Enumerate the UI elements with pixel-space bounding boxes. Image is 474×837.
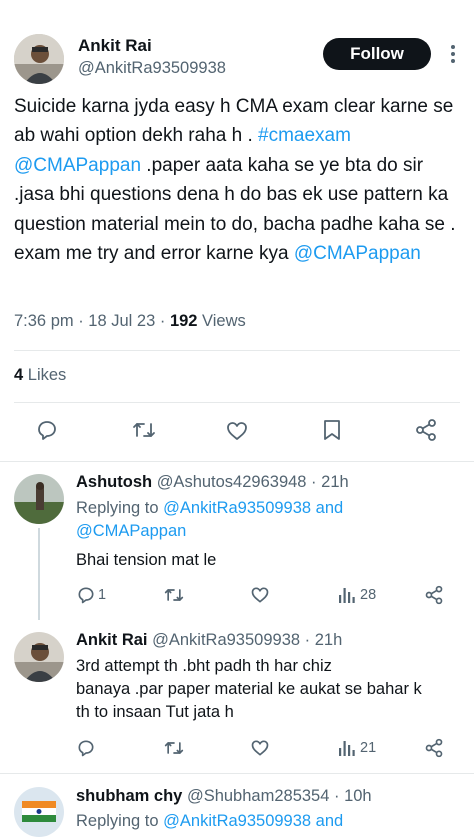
replying-to-handle[interactable]: @CMAPappan bbox=[76, 522, 186, 540]
like-icon[interactable] bbox=[250, 738, 270, 758]
tweet-link[interactable]: @CMAPappan bbox=[14, 155, 141, 176]
reply-author-handle[interactable]: @Shubham285354 bbox=[187, 787, 329, 805]
views-icon[interactable] bbox=[338, 586, 356, 604]
replying-to-3: Replying to @AnkitRa93509938 and bbox=[76, 810, 466, 833]
reply-text-2: 3rd attempt th .bht padh th har chiz ban… bbox=[76, 655, 468, 724]
reply-text-line: 3rd attempt th .bht padh th har chiz bbox=[76, 657, 332, 675]
tweet-time[interactable]: 7:36 pm bbox=[14, 312, 74, 330]
likes-label: Likes bbox=[23, 366, 67, 384]
divider bbox=[14, 402, 460, 403]
tweet-meta: 7:36 pm · 18 Jul 23 · 192 Views bbox=[14, 312, 246, 331]
reply-count: 1 bbox=[98, 587, 107, 603]
reply-header-2: Ankit Rai @AnkitRa93509938 · 21h bbox=[76, 631, 342, 650]
reply-header-1: Ashutosh @Ashutos42963948 · 21h bbox=[76, 473, 349, 492]
thread-line bbox=[38, 528, 40, 620]
share-icon[interactable] bbox=[424, 585, 444, 605]
reply-time[interactable]: 21h bbox=[315, 631, 343, 649]
reply-dot: · bbox=[300, 631, 315, 649]
views-icon[interactable] bbox=[338, 739, 356, 757]
reply-dot: · bbox=[306, 473, 322, 491]
reply-dot: · bbox=[329, 787, 345, 805]
more-options-icon[interactable] bbox=[441, 42, 465, 66]
replying-to-handle[interactable]: @AnkitRa93509938 bbox=[163, 499, 311, 517]
replying-and[interactable]: and bbox=[311, 499, 344, 517]
divider bbox=[14, 350, 460, 351]
reply-author-handle[interactable]: @Ashutos42963948 bbox=[157, 473, 307, 491]
views-count: 28 bbox=[360, 587, 377, 603]
reply-author-handle[interactable]: @AnkitRa93509938 bbox=[152, 631, 300, 649]
share-icon[interactable] bbox=[424, 738, 444, 758]
reply-avatar-2[interactable] bbox=[14, 632, 64, 682]
likes-count: 4 bbox=[14, 366, 24, 384]
share-icon[interactable] bbox=[414, 418, 438, 442]
retweet-icon[interactable] bbox=[131, 418, 157, 442]
replying-to-1: Replying to @AnkitRa93509938 and @CMAPap… bbox=[76, 497, 456, 543]
author-name[interactable]: Ankit Rai bbox=[78, 36, 152, 56]
section-divider bbox=[0, 773, 474, 774]
replying-and[interactable]: and bbox=[311, 812, 344, 830]
bookmark-icon[interactable] bbox=[321, 418, 343, 442]
replying-to-handle[interactable]: @AnkitRa93509938 bbox=[163, 812, 311, 830]
reply-icon[interactable] bbox=[35, 418, 59, 442]
reply-icon[interactable] bbox=[76, 738, 96, 758]
views-label: Views bbox=[197, 312, 246, 330]
replying-to-label: Replying to bbox=[76, 812, 164, 830]
reply-time[interactable]: 10h bbox=[344, 787, 372, 805]
likes-row[interactable]: 4 Likes bbox=[14, 366, 66, 385]
tweet-text-segment: Suicide karna jyda easy h CMA exam clear… bbox=[14, 96, 454, 147]
reply-author-name[interactable]: shubham chy bbox=[76, 787, 182, 805]
meta-separator: · bbox=[73, 312, 89, 330]
follow-button[interactable]: Follow bbox=[323, 38, 431, 70]
views-count: 21 bbox=[360, 740, 377, 756]
reply-text-line: banaya .par paper material ke aukat se b… bbox=[76, 680, 422, 698]
reply-avatar-3[interactable] bbox=[14, 787, 64, 837]
meta-separator-2: · bbox=[155, 312, 170, 330]
reply-time[interactable]: 21h bbox=[321, 473, 349, 491]
tweet-link[interactable]: @CMAPappan bbox=[294, 243, 421, 264]
reply-author-name[interactable]: Ashutosh bbox=[76, 473, 152, 491]
reply-avatar-1[interactable] bbox=[14, 474, 64, 524]
author-handle[interactable]: @AnkitRa93509938 bbox=[78, 59, 226, 78]
reply-text-1: Bhai tension mat le bbox=[76, 551, 217, 569]
tweet-text: Suicide karna jyda easy h CMA exam clear… bbox=[14, 92, 460, 268]
reply-author-name[interactable]: Ankit Rai bbox=[76, 631, 148, 649]
retweet-icon[interactable] bbox=[163, 738, 185, 758]
section-divider bbox=[0, 461, 474, 462]
views-count: 192 bbox=[169, 312, 198, 330]
like-icon[interactable] bbox=[250, 585, 270, 605]
author-avatar[interactable] bbox=[14, 34, 64, 84]
reply-header-3: shubham chy @Shubham285354 · 10h bbox=[76, 787, 372, 806]
like-icon[interactable] bbox=[225, 419, 249, 443]
reply-icon[interactable] bbox=[76, 585, 96, 605]
reply-text-line: th to insaan Tut jata h bbox=[76, 703, 234, 721]
tweet-link[interactable]: #cmaexam bbox=[258, 125, 351, 146]
retweet-icon[interactable] bbox=[163, 585, 185, 605]
tweet-date[interactable]: 18 Jul 23 bbox=[88, 312, 155, 330]
replying-to-label: Replying to bbox=[76, 499, 164, 517]
